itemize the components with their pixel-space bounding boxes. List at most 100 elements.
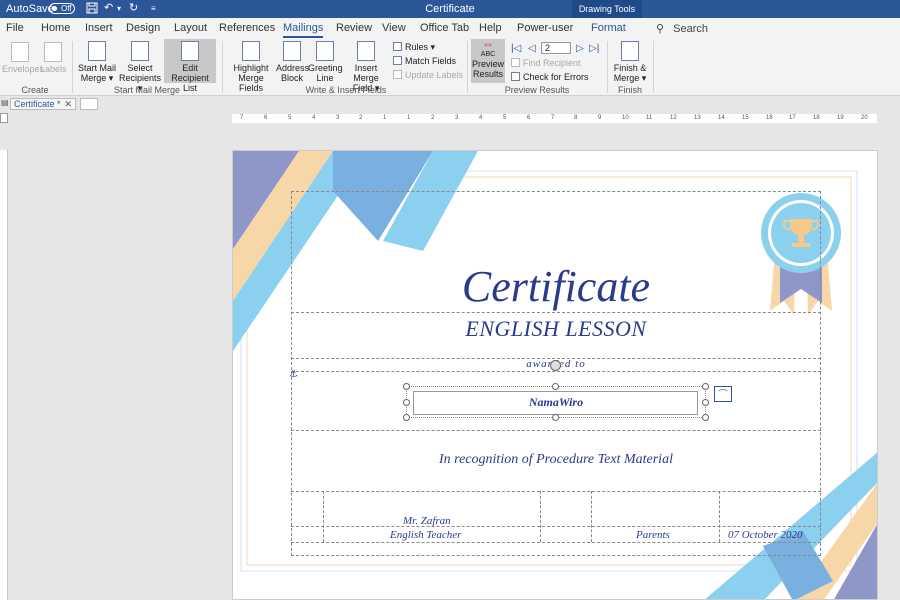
tab-help[interactable]: Help <box>479 22 502 34</box>
start-mail-merge-icon <box>88 41 106 61</box>
check-errors-button[interactable]: Check for Errors <box>511 71 589 83</box>
chevron-down-icon: ▾ <box>428 42 436 52</box>
preview-line2: Results <box>472 69 503 79</box>
document-tab[interactable]: Certificate * ✕ <box>10 98 76 110</box>
tab-review[interactable]: Review <box>336 22 372 34</box>
search-label: Search <box>673 23 708 35</box>
resize-handle-se[interactable] <box>702 414 709 421</box>
resize-handle-ne[interactable] <box>702 383 709 390</box>
teacher-role[interactable]: English Teacher <box>390 529 461 541</box>
select-recipients-icon <box>131 41 149 61</box>
recipient-name[interactable]: NamaWiro <box>413 395 699 410</box>
match-fields-button[interactable]: Match Fields <box>393 55 456 67</box>
insert-merge-field-icon <box>357 41 375 61</box>
update-labels-icon <box>393 70 402 79</box>
tab-power-user[interactable]: Power-user <box>517 22 573 34</box>
ruler-tick-label: 3 <box>455 115 459 121</box>
search-box[interactable]: ⚲ Search <box>656 22 708 35</box>
record-number-input[interactable]: 2 <box>541 42 571 54</box>
tab-references[interactable]: References <box>219 22 275 34</box>
window-title: Certificate <box>425 3 475 15</box>
finish-line2: Merge <box>613 73 640 83</box>
next-record-icon[interactable]: ▷ <box>576 43 584 54</box>
ruler-tick-label: 20 <box>861 115 868 121</box>
greeting-line2: Line <box>316 73 334 83</box>
chevron-down-icon: ▾ <box>639 73 647 83</box>
group-label-start-mail-merge: Start Mail Merge <box>113 85 181 95</box>
start-mail-merge-line1: Start Mail <box>77 63 116 73</box>
recognition-text[interactable]: In recognition of Procedure Text Materia… <box>233 452 877 468</box>
greeting-line-button[interactable]: Greeting Line <box>308 41 343 83</box>
abc-label: ABC <box>480 51 496 58</box>
layout-options-icon[interactable]: ⌒ <box>714 386 732 402</box>
resize-handle-nw[interactable] <box>403 383 410 390</box>
certificate-subtitle[interactable]: ENGLISH LESSON <box>233 316 877 342</box>
labels-button[interactable]: Labels <box>40 42 67 74</box>
parents-label[interactable]: Parents <box>636 529 670 541</box>
resize-handle-sw[interactable] <box>403 414 410 421</box>
ruler-tick-label: 18 <box>813 115 820 121</box>
content-frame <box>291 191 821 556</box>
last-record-icon[interactable]: ▷| <box>589 43 599 54</box>
group-separator <box>653 41 654 93</box>
resize-handle-e[interactable] <box>702 399 709 406</box>
tab-format[interactable]: Format <box>591 22 626 34</box>
tab-selector[interactable] <box>0 113 8 123</box>
tab-mailings[interactable]: Mailings <box>283 22 324 38</box>
certificate-date[interactable]: 07 October 2020 <box>728 529 803 541</box>
tab-file[interactable]: File <box>6 22 24 34</box>
preview-results-button[interactable]: «» ABC Preview Results <box>471 39 505 83</box>
preview-line1: Preview <box>471 59 504 69</box>
divider <box>291 312 821 313</box>
envelopes-label: Envelopes <box>2 64 45 74</box>
rules-label: Rules <box>405 42 429 52</box>
find-recipient-button[interactable]: Find Recipient <box>511 57 581 69</box>
ruler-tick-label: 7 <box>551 115 555 121</box>
check-errors-icon <box>511 72 520 81</box>
resize-handle-s[interactable] <box>552 414 559 421</box>
ruler-tick-label: 7 <box>240 115 244 121</box>
close-icon[interactable]: ✕ <box>64 99 72 109</box>
document-page[interactable]: Certificate ENGLISH LESSON awarded to ⚓ … <box>232 150 878 600</box>
horizontal-ruler[interactable]: 7 6 5 4 3 2 1 1 2 3 4 5 6 7 8 9 10 11 12 13 14 15 16 17 18 19 20 <box>232 114 877 123</box>
divider <box>291 491 821 492</box>
menu-bar: File Home Insert Design Layout Reference… <box>0 18 900 38</box>
ruler-tick-label: 14 <box>718 115 725 121</box>
previous-record-icon[interactable]: ◁ <box>528 43 536 54</box>
tab-view[interactable]: View <box>382 22 406 34</box>
new-tab-button[interactable] <box>80 98 98 110</box>
doc-tabs-menu-icon[interactable]: ▤ <box>1 98 9 107</box>
ruler-tick-label: 5 <box>288 115 292 121</box>
edit-recipient-line1: Edit <box>182 63 198 73</box>
rules-icon <box>393 42 402 51</box>
find-recipient-icon <box>511 58 520 67</box>
finish-merge-button[interactable]: Finish & Merge ▾ <box>612 41 648 83</box>
first-record-icon[interactable]: |◁ <box>511 43 521 54</box>
teacher-name[interactable]: Mr. Zafran <box>403 515 451 527</box>
tab-insert[interactable]: Insert <box>85 22 113 34</box>
match-fields-icon <box>393 56 402 65</box>
highlight-line1: Highlight <box>233 63 269 73</box>
resize-handle-w[interactable] <box>403 399 410 406</box>
rotate-handle-icon[interactable] <box>550 360 561 371</box>
group-separator <box>72 41 73 93</box>
divider <box>291 542 821 543</box>
vertical-ruler[interactable] <box>0 150 8 600</box>
address-block-button[interactable]: Address Block <box>276 41 309 83</box>
envelopes-button[interactable]: Envelopes <box>2 42 44 74</box>
certificate-title[interactable]: Certificate <box>233 261 877 312</box>
resize-handle-n[interactable] <box>552 383 559 390</box>
title-bar: AutoSave Off ↶ ▾ ↻ ≡ Certificate Drawing… <box>0 0 900 18</box>
tab-layout[interactable]: Layout <box>174 22 207 34</box>
rules-button[interactable]: Rules ▾ <box>393 41 435 53</box>
tab-design[interactable]: Design <box>126 22 160 34</box>
ruler-tick-label: 4 <box>479 115 483 121</box>
address-block-icon <box>283 41 301 61</box>
tab-office-tab[interactable]: Office Tab <box>420 22 469 34</box>
table-cell-border <box>591 491 592 542</box>
update-labels-button[interactable]: Update Labels <box>393 69 463 81</box>
drawing-tools-label: Drawing Tools <box>572 0 642 18</box>
edit-recipient-list-button[interactable]: Edit Recipient List <box>164 39 216 93</box>
start-mail-merge-button[interactable]: Start Mail Merge ▾ <box>76 41 118 83</box>
tab-home[interactable]: Home <box>41 22 70 34</box>
